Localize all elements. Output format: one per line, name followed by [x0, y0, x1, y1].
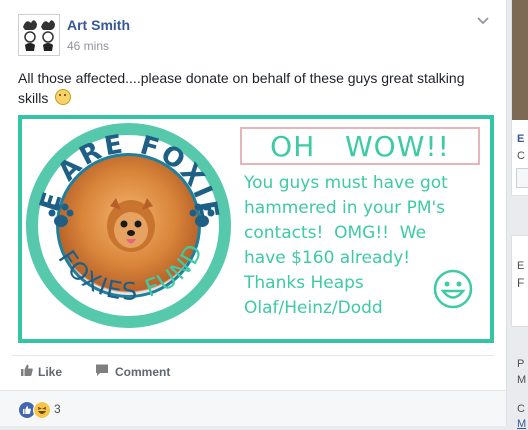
smiley-face-icon [433, 269, 473, 309]
comment-icon[interactable] [95, 363, 109, 377]
smile-emoji-icon [55, 89, 72, 105]
chevron-down-icon[interactable] [476, 14, 490, 28]
post-timestamp[interactable]: 46 mins [67, 39, 109, 53]
sidebar-thumbnail [512, 0, 528, 120]
sidebar-card-top[interactable]: E C [511, 0, 528, 196]
reactions-summary[interactable]: 3 [0, 390, 506, 426]
post-text-content: All those affected....please donate on b… [18, 70, 465, 106]
paw-right-icon [189, 203, 215, 227]
sidebar-card-middle: E F [511, 235, 528, 327]
reaction-count[interactable]: 3 [54, 402, 61, 416]
sidebar-link[interactable]: M [517, 418, 526, 430]
message-line: You guys must have got [244, 173, 448, 193]
haha-reaction-icon [33, 401, 51, 419]
avatar-figure-right [41, 20, 55, 51]
paw-left-icon [48, 203, 74, 227]
sidebar-button[interactable] [516, 168, 528, 188]
thumbs-up-icon[interactable] [20, 363, 34, 377]
sidebar-letter: M [517, 374, 527, 386]
post-text: All those affected....please donate on b… [18, 68, 488, 108]
sidebar-letter: F [517, 276, 525, 290]
message-line: hammered in your PM's [244, 198, 446, 218]
comment-button[interactable]: Comment [115, 365, 170, 379]
badge-bottom-text: FOXIES [52, 245, 139, 305]
author-name[interactable]: Art Smith [67, 17, 130, 33]
svg-text:FOXIES FUND: FOXIES FUND [52, 238, 209, 306]
right-sidebar: E C E F P M C M [508, 0, 528, 430]
sidebar-letter: E [517, 260, 525, 272]
like-button[interactable]: Like [38, 365, 62, 379]
message-line: contacts! OMG!! We [244, 223, 427, 243]
badge-accent-text: FUND [141, 238, 209, 303]
post-card: Art Smith 46 mins All those affected....… [0, 0, 507, 426]
avatar[interactable] [18, 14, 60, 56]
avatar-figure-left [23, 20, 37, 51]
sidebar-letter: C [517, 403, 525, 415]
post-actions: Like Comment [12, 355, 494, 386]
headline-box: OH WOW!! [240, 127, 480, 165]
post-image[interactable]: WE ARE FOXIES FOXIES FUND OH WO [18, 115, 494, 343]
sidebar-letter: C [517, 150, 525, 162]
headline-text: OH WOW!! [270, 130, 450, 163]
sidebar-letter: P [517, 358, 525, 370]
sidebar-letter: E [517, 133, 525, 145]
